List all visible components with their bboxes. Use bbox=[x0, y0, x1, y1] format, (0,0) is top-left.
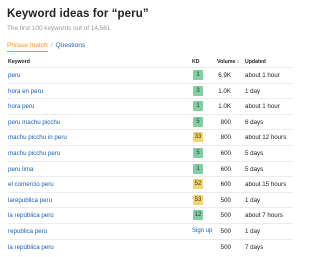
volume-value: 1.0K bbox=[218, 87, 231, 95]
volume-value: 600 bbox=[220, 165, 231, 173]
table-row: republica peru Sign up 500 1 day bbox=[7, 222, 293, 239]
panel-subtitle: The first 100 keywords out of 14,561 bbox=[7, 25, 111, 32]
table-header: Keyword KD Volume ↓ Updated bbox=[7, 57, 293, 67]
table-row: larepublica peru 53 500 1 day bbox=[7, 191, 293, 208]
table-row: la república peru 500 7 days bbox=[7, 238, 293, 255]
updated-value: 1 day bbox=[245, 196, 261, 204]
updated-value: about 1 hour bbox=[245, 72, 280, 79]
kd-badge: 12 bbox=[193, 210, 203, 221]
table-row: hora en peru 3 1.0K 1 day bbox=[7, 82, 293, 99]
panel-title: Keyword ideas for “peru” bbox=[7, 8, 149, 20]
keyword-link[interactable]: republica peru bbox=[8, 228, 47, 235]
volume-value: 600 bbox=[220, 149, 231, 157]
kd-badge: 33 bbox=[193, 132, 203, 143]
column-header-updated[interactable]: Updated bbox=[245, 59, 266, 65]
column-header-volume[interactable]: Volume ↓ bbox=[217, 59, 239, 65]
volume-value: 6.9K bbox=[218, 72, 231, 79]
kd-badge: 5 bbox=[193, 116, 203, 127]
updated-value: 5 days bbox=[245, 149, 264, 157]
tab-separator: / bbox=[50, 42, 53, 49]
updated-value: 1 day bbox=[245, 87, 261, 95]
keyword-link[interactable]: peru machu picchu bbox=[8, 119, 60, 126]
volume-value: 500 bbox=[220, 196, 231, 204]
keyword-link[interactable]: peru bbox=[8, 72, 20, 79]
kd-badge: 52 bbox=[193, 179, 203, 190]
table-row: peru 1 6.9K about 1 hour bbox=[7, 67, 293, 83]
kd-badge: 1 bbox=[193, 70, 203, 80]
updated-value: 7 days bbox=[245, 243, 264, 251]
keyword-link[interactable]: larepublica peru bbox=[8, 197, 52, 204]
keyword-link[interactable]: machu picchu in peru bbox=[8, 134, 67, 141]
keyword-ideas-panel: Keyword ideas for “peru” The first 100 k… bbox=[0, 0, 300, 257]
keyword-link[interactable]: el comercio peru bbox=[8, 181, 54, 188]
table-row: peru lima 1 600 5 days bbox=[7, 160, 293, 177]
volume-value: 600 bbox=[220, 181, 231, 189]
keyword-link[interactable]: peru lima bbox=[8, 166, 33, 173]
match-tabs: Phrase match / Questions bbox=[7, 42, 85, 52]
updated-value: about 7 hours bbox=[245, 212, 283, 220]
table-row: hora peru 1 1.0K about 1 hour bbox=[7, 98, 293, 114]
table-row: machu picchu peru 5 600 5 days bbox=[7, 144, 293, 161]
updated-value: 6 days bbox=[245, 118, 264, 126]
keyword-link[interactable]: la república peru bbox=[8, 244, 54, 251]
volume-value: 500 bbox=[220, 227, 231, 235]
keyword-link[interactable]: hora en peru bbox=[8, 88, 43, 95]
table-row: la república perú 12 500 about 7 hours bbox=[7, 207, 293, 223]
updated-value: 5 days bbox=[245, 165, 264, 173]
table-row: peru machu picchu 5 800 6 days bbox=[7, 113, 293, 130]
tab-questions[interactable]: Questions bbox=[56, 42, 86, 49]
keyword-link[interactable]: hora peru bbox=[8, 103, 35, 110]
tab-phrase-match[interactable]: Phrase match bbox=[7, 42, 48, 52]
keyword-link[interactable]: la república perú bbox=[8, 212, 54, 219]
keyword-link[interactable]: machu picchu peru bbox=[8, 150, 60, 157]
volume-value: 500 bbox=[220, 243, 231, 251]
volume-value: 800 bbox=[220, 134, 231, 142]
updated-value: about 12 hours bbox=[245, 134, 287, 142]
keyword-table: peru 1 6.9K about 1 hour hora en peru 3 1.0K 1 … bbox=[7, 67, 293, 254]
kd-badge: 3 bbox=[193, 85, 203, 96]
table-row: machu picchu in peru 33 800 about 12 hours bbox=[7, 129, 293, 145]
updated-value: about 1 hour bbox=[245, 103, 280, 111]
kd-badge: 53 bbox=[193, 194, 203, 205]
volume-value: 500 bbox=[220, 212, 231, 220]
updated-value: about 15 hours bbox=[245, 181, 287, 189]
volume-value: 1.0K bbox=[218, 103, 231, 111]
table-row: el comercio peru 52 600 about 15 hours bbox=[7, 176, 293, 192]
kd-badge: 5 bbox=[193, 147, 203, 158]
updated-value: 1 day bbox=[245, 227, 261, 235]
kd-badge: 1 bbox=[193, 163, 203, 174]
volume-value: 800 bbox=[220, 118, 231, 126]
column-header-keyword: Keyword bbox=[8, 59, 30, 65]
kd-badge: 1 bbox=[193, 101, 203, 112]
column-header-kd[interactable]: KD bbox=[192, 59, 200, 65]
sign-up-link[interactable]: Sign up bbox=[192, 228, 212, 234]
